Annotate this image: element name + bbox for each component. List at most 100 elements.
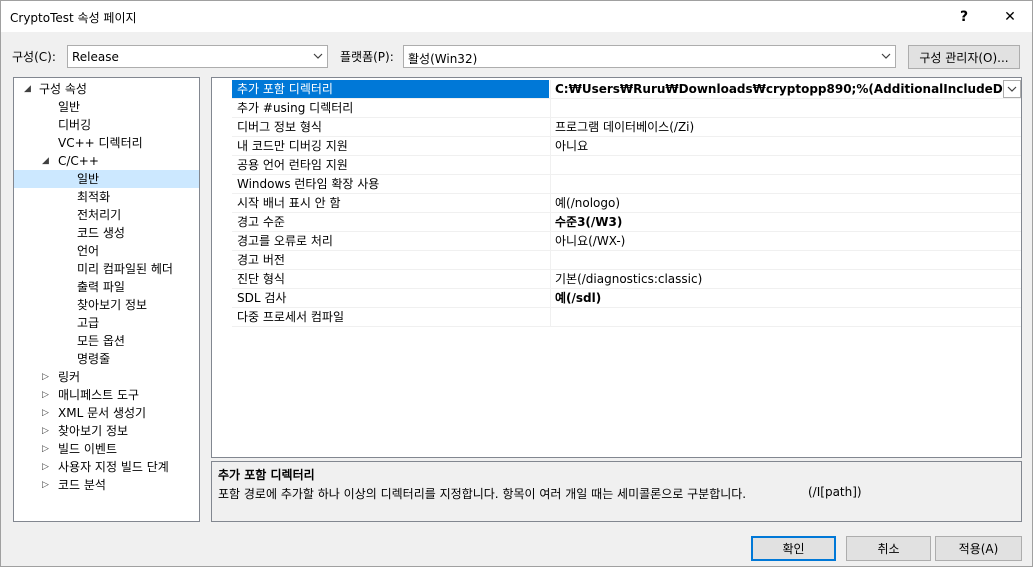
property-name: Windows 런타임 확장 사용 (237, 177, 380, 191)
tree-item[interactable]: 언어 (14, 242, 199, 260)
property-row[interactable]: 디버그 정보 형식 프로그램 데이터베이스(/Zi) (232, 118, 1021, 137)
tree-item-label: 빌드 이벤트 (58, 442, 118, 456)
grid-gutter (212, 78, 232, 457)
tree-item[interactable]: ▷ 빌드 이벤트 (14, 440, 199, 458)
category-tree[interactable]: ◢ 구성 속성 일반 디버깅 VC++ 디렉터리 ◢ C/C++ 일반 최적화 전처리기 코드 생성… (13, 77, 200, 522)
property-row[interactable]: 경고를 오류로 처리 아니요(/WX-) (232, 232, 1021, 251)
configuration-select[interactable]: Release (67, 45, 328, 68)
property-value (550, 156, 1021, 174)
tree-item-label: 디버깅 (58, 118, 92, 132)
tree-item-label: 일반 (58, 100, 81, 114)
tree-item-label: 최적화 (77, 190, 111, 204)
property-value (550, 99, 1021, 117)
expand-arrow-icon[interactable]: ▷ (42, 458, 52, 476)
property-name: 경고를 오류로 처리 (237, 234, 333, 248)
platform-label: 플랫폼(P): (340, 50, 394, 64)
tree-item[interactable]: 일반 (14, 170, 199, 188)
tree-item[interactable]: ▷ 매니페스트 도구 (14, 386, 199, 404)
property-row[interactable]: 경고 수준 수준3(/W3) (232, 213, 1021, 232)
configuration-manager-button[interactable]: 구성 관리자(O)... (908, 45, 1020, 69)
tree-item-label: 고급 (77, 316, 100, 330)
tree-item[interactable]: ◢ 구성 속성 (14, 80, 199, 98)
property-row[interactable]: 공용 언어 런타임 지원 (232, 156, 1021, 175)
property-value (550, 175, 1021, 193)
expand-arrow-icon[interactable]: ▷ (42, 476, 52, 494)
property-value: 아니요 (550, 137, 1021, 155)
property-row[interactable]: 추가 #using 디렉터리 (232, 99, 1021, 118)
tree-item[interactable]: ▷ 링커 (14, 368, 199, 386)
tree-item-label: 출력 파일 (77, 280, 125, 294)
property-row[interactable]: 다중 프로세서 컴파일 (232, 308, 1021, 327)
window-title: CryptoTest 속성 페이지 (10, 11, 137, 25)
tree-item[interactable]: 디버깅 (14, 116, 199, 134)
expand-arrow-icon[interactable]: ▷ (42, 404, 52, 422)
property-row[interactable]: Windows 런타임 확장 사용 (232, 175, 1021, 194)
tree-item-label: C/C++ (58, 154, 99, 168)
tree-item-label: 코드 생성 (77, 226, 125, 240)
property-name: SDL 검사 (237, 291, 287, 305)
ok-button[interactable]: 확인 (751, 536, 836, 561)
property-name: 내 코드만 디버깅 지원 (237, 139, 348, 153)
collapse-arrow-icon[interactable]: ◢ (24, 80, 34, 98)
property-value[interactable]: C:₩Users₩Ruru₩Downloads₩cryptopp890;%(Ad… (550, 80, 1021, 98)
tree-item[interactable]: 코드 생성 (14, 224, 199, 242)
tree-item[interactable]: ▷ 사용자 지정 빌드 단계 (14, 458, 199, 476)
help-button[interactable]: ? (941, 1, 987, 32)
property-row[interactable]: 시작 배너 표시 안 함 예(/nologo) (232, 194, 1021, 213)
value-dropdown-button[interactable] (1003, 80, 1021, 98)
tree-item[interactable]: ▷ 코드 분석 (14, 476, 199, 494)
property-value: 예(/nologo) (550, 194, 1021, 212)
tree-item[interactable]: ▷ 찾아보기 정보 (14, 422, 199, 440)
tree-item-label: 사용자 지정 빌드 단계 (58, 460, 169, 474)
expand-arrow-icon[interactable]: ▷ (42, 440, 52, 458)
collapse-arrow-icon[interactable]: ◢ (42, 152, 52, 170)
property-name: 진단 형식 (237, 272, 285, 286)
tree-item-label: 명령줄 (77, 352, 111, 366)
chevron-down-icon (1007, 86, 1017, 92)
property-row[interactable]: 경고 버전 (232, 251, 1021, 270)
property-value: 아니요(/WX-) (550, 232, 1021, 250)
description-text: 포함 경로에 추가할 하나 이상의 디렉터리를 지정합니다. 항목이 여러 개일… (218, 487, 747, 501)
expand-arrow-icon[interactable]: ▷ (42, 368, 52, 386)
property-row[interactable]: 내 코드만 디버깅 지원 아니요 (232, 137, 1021, 156)
tree-item[interactable]: 미리 컴파일된 헤더 (14, 260, 199, 278)
tree-item[interactable]: 모든 옵션 (14, 332, 199, 350)
property-pages-dialog: CryptoTest 속성 페이지 ? ✕ 구성(C): Release 플랫폼… (0, 0, 1033, 567)
property-name: 공용 언어 런타임 지원 (237, 158, 348, 172)
tree-item-label: 모든 옵션 (77, 334, 125, 348)
tree-item[interactable]: 찾아보기 정보 (14, 296, 199, 314)
tree-item[interactable]: VC++ 디렉터리 (14, 134, 199, 152)
tree-item[interactable]: ▷ XML 문서 생성기 (14, 404, 199, 422)
tree-item-label: 찾아보기 정보 (58, 424, 129, 438)
tree-item[interactable]: ◢ C/C++ (14, 152, 199, 170)
property-name: 추가 #using 디렉터리 (237, 101, 354, 115)
platform-value: 활성(Win32) (408, 52, 478, 66)
property-row[interactable]: 추가 포함 디렉터리 C:₩Users₩Ruru₩Downloads₩crypto… (232, 80, 1021, 99)
property-name: 경고 버전 (237, 253, 285, 267)
tree-item[interactable]: 출력 파일 (14, 278, 199, 296)
tree-item[interactable]: 고급 (14, 314, 199, 332)
tree-item-label: VC++ 디렉터리 (58, 136, 143, 150)
property-name: 디버그 정보 형식 (237, 120, 322, 134)
property-row[interactable]: SDL 검사 예(/sdl) (232, 289, 1021, 308)
tree-item[interactable]: 일반 (14, 98, 199, 116)
tree-item[interactable]: 명령줄 (14, 350, 199, 368)
expand-arrow-icon[interactable]: ▷ (42, 386, 52, 404)
description-switch: (/I[path]) (808, 485, 862, 499)
tree-item-label: XML 문서 생성기 (58, 406, 147, 420)
property-value: 예(/sdl) (550, 289, 1021, 307)
cancel-button[interactable]: 취소 (846, 536, 931, 561)
property-grid[interactable]: 추가 포함 디렉터리 C:₩Users₩Ruru₩Downloads₩crypto… (211, 77, 1022, 458)
platform-select[interactable]: 활성(Win32) (403, 45, 896, 68)
close-button[interactable]: ✕ (987, 1, 1033, 32)
tree-item[interactable]: 최적화 (14, 188, 199, 206)
apply-button[interactable]: 적용(A) (935, 536, 1022, 561)
tree-item-label: 매니페스트 도구 (58, 388, 140, 402)
expand-arrow-icon[interactable]: ▷ (42, 422, 52, 440)
property-row[interactable]: 진단 형식 기본(/diagnostics:classic) (232, 270, 1021, 289)
tree-item[interactable]: 전처리기 (14, 206, 199, 224)
title-bar: CryptoTest 속성 페이지 ? ✕ (1, 1, 1032, 32)
property-value (550, 308, 1021, 326)
tree-item-label: 미리 컴파일된 헤더 (77, 262, 173, 276)
description-panel: 추가 포함 디렉터리 포함 경로에 추가할 하나 이상의 디렉터리를 지정합니다… (211, 461, 1022, 522)
